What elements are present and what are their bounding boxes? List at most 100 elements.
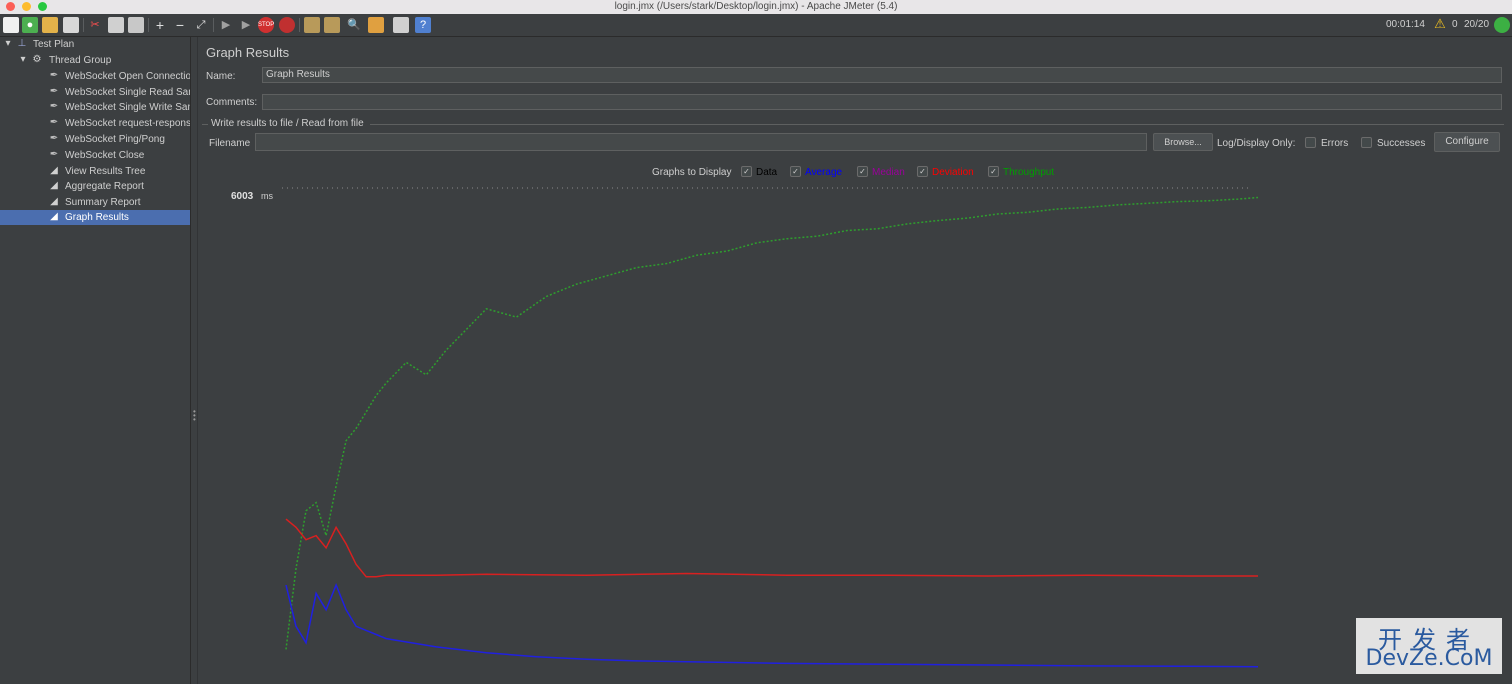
tree-item-thread-group[interactable]: ▾ ⚙ Thread Group bbox=[0, 53, 190, 68]
test-plan-tree: ▾ ⊥ Test Plan ▾ ⚙ Thread Group ✒ WebSock… bbox=[0, 37, 191, 684]
panel-title: Graph Results bbox=[206, 45, 290, 60]
new-icon[interactable] bbox=[3, 17, 19, 33]
deviation-legend-label: Deviation bbox=[932, 167, 974, 178]
tree-item-websocket-ping-pong[interactable]: ✒ WebSocket Ping/Pong bbox=[0, 132, 190, 147]
data-legend-label: Data bbox=[756, 167, 778, 178]
warning-count: 0 bbox=[1452, 19, 1458, 30]
median-checkbox[interactable]: ✓ bbox=[857, 166, 868, 177]
toggle-icon[interactable]: ⤢ bbox=[193, 17, 209, 33]
errors-label: Errors bbox=[1321, 138, 1349, 149]
chart-icon: ◢ bbox=[50, 196, 58, 207]
chart-icon: ◢ bbox=[50, 165, 58, 176]
window-title: login.jmx (/Users/stark/Desktop/login.jm… bbox=[614, 1, 898, 12]
toolbar-separator bbox=[213, 18, 214, 32]
tree-item-websocket-request-response[interactable]: ✒ WebSocket request-response Sampler bbox=[0, 116, 190, 131]
average-legend-label: Average bbox=[805, 167, 843, 178]
open-icon[interactable] bbox=[42, 17, 58, 33]
templates-icon[interactable]: ● bbox=[22, 17, 38, 33]
series-line-throughput bbox=[285, 196, 1259, 650]
start-no-pauses-icon[interactable]: ▶ bbox=[238, 17, 254, 33]
tree-item-label: Summary Report bbox=[65, 197, 141, 208]
stop-icon[interactable]: STOP bbox=[258, 17, 274, 33]
configure-button[interactable]: Configure bbox=[1434, 132, 1500, 152]
tree-item-test-plan[interactable]: ▾ ⊥ Test Plan bbox=[0, 37, 190, 52]
tree-item-label: Aggregate Report bbox=[65, 181, 144, 192]
copy-icon[interactable] bbox=[108, 17, 124, 33]
elapsed-time: 00:01:14 bbox=[1386, 19, 1425, 30]
tree-item-label: WebSocket request-response Sampler bbox=[65, 118, 190, 129]
tree-item-websocket-open-connection[interactable]: ✒ WebSocket Open Connection bbox=[0, 69, 190, 84]
clear-all-icon[interactable] bbox=[324, 17, 340, 33]
log-display-only-label: Log/Display Only: bbox=[1217, 138, 1296, 149]
clear-icon[interactable] bbox=[304, 17, 320, 33]
throughput-checkbox[interactable]: ✓ bbox=[988, 166, 999, 177]
close-window-button[interactable] bbox=[6, 2, 15, 11]
series-layer bbox=[285, 196, 1259, 668]
pipette-icon: ✒ bbox=[49, 70, 59, 81]
expand-icon[interactable]: + bbox=[152, 17, 168, 33]
browse-button[interactable]: Browse... bbox=[1153, 133, 1213, 151]
help-icon[interactable]: ? bbox=[415, 17, 431, 33]
toolbar-separator bbox=[299, 18, 300, 32]
expand-arrow-icon[interactable]: ▾ bbox=[17, 54, 29, 66]
splitter-grip-icon[interactable]: • • • bbox=[193, 408, 196, 424]
save-icon[interactable] bbox=[63, 17, 79, 33]
series-line-average bbox=[285, 582, 1259, 668]
tree-item-view-results-tree[interactable]: ◢ View Results Tree bbox=[0, 164, 190, 179]
tree-item-label: WebSocket Single Read Sampler bbox=[65, 87, 190, 98]
split-pane-divider[interactable] bbox=[191, 37, 198, 684]
y-unit-label: ms bbox=[261, 191, 273, 201]
tree-item-websocket-close[interactable]: ✒ WebSocket Close bbox=[0, 148, 190, 163]
minimize-window-button[interactable] bbox=[22, 2, 31, 11]
paste-icon[interactable] bbox=[128, 17, 144, 33]
tree-item-label: View Results Tree bbox=[65, 166, 146, 177]
tree-item-websocket-single-read[interactable]: ✒ WebSocket Single Read Sampler bbox=[0, 85, 190, 100]
expand-arrow-icon[interactable]: ▾ bbox=[2, 38, 14, 50]
search-icon[interactable]: 🔍 bbox=[346, 17, 362, 33]
tree-item-label: WebSocket Open Connection bbox=[65, 71, 190, 82]
reset-search-icon[interactable] bbox=[368, 17, 384, 33]
tree-item-label: Test Plan bbox=[33, 39, 75, 50]
window-title-bar: login.jmx (/Users/stark/Desktop/login.jm… bbox=[0, 0, 1512, 14]
tree-item-label: WebSocket Ping/Pong bbox=[65, 134, 165, 145]
toolbar-separator bbox=[148, 18, 149, 32]
tree-item-label: WebSocket Close bbox=[65, 150, 145, 161]
data-checkbox[interactable]: ✓ bbox=[741, 166, 752, 177]
comments-field[interactable] bbox=[262, 94, 1502, 110]
filename-label: Filename bbox=[209, 138, 251, 149]
deviation-checkbox[interactable]: ✓ bbox=[917, 166, 928, 177]
tree-item-aggregate-report[interactable]: ◢ Aggregate Report bbox=[0, 179, 190, 194]
errors-checkbox[interactable] bbox=[1305, 137, 1316, 148]
running-status-icon bbox=[1494, 17, 1510, 33]
tree-item-label: Graph Results bbox=[65, 212, 129, 223]
group-border bbox=[370, 124, 1504, 125]
tree-item-summary-report[interactable]: ◢ Summary Report bbox=[0, 195, 190, 210]
group-border bbox=[202, 124, 208, 125]
devze-watermark-logo: 开发者 DevZe.CoM bbox=[1356, 618, 1502, 674]
median-legend-label: Median bbox=[872, 167, 905, 178]
zoom-window-button[interactable] bbox=[38, 2, 47, 11]
main-toolbar: ● ✂ + − ⤢ ▶ ▶ STOP 🔍 ? 00:01:14 ⚠ 0 20/2… bbox=[0, 14, 1512, 37]
tree-item-label: Thread Group bbox=[49, 55, 112, 66]
comments-label: Comments: bbox=[206, 97, 258, 108]
tree-item-label: WebSocket Single Write Sampler bbox=[65, 102, 190, 113]
successes-label: Successes bbox=[1377, 138, 1426, 149]
tree-item-graph-results[interactable]: ◢ Graph Results bbox=[0, 210, 190, 225]
graph-results-panel: Graph Results Name: Comments: Write resu… bbox=[198, 37, 1512, 684]
cut-icon[interactable]: ✂ bbox=[87, 17, 103, 33]
function-helper-icon[interactable] bbox=[393, 17, 409, 33]
shutdown-icon[interactable] bbox=[279, 17, 295, 33]
y-max-label: 6003 bbox=[231, 191, 254, 202]
tree-item-websocket-single-write[interactable]: ✒ WebSocket Single Write Sampler bbox=[0, 100, 190, 115]
chart-icon: ◢ bbox=[50, 211, 58, 222]
collapse-icon[interactable]: − bbox=[172, 17, 188, 33]
average-checkbox[interactable]: ✓ bbox=[790, 166, 801, 177]
filename-field[interactable] bbox=[255, 133, 1147, 151]
watermark-brand-text: DevZe.CoM bbox=[1365, 646, 1493, 671]
name-field[interactable] bbox=[262, 67, 1502, 83]
warning-icon[interactable]: ⚠ bbox=[1432, 16, 1448, 32]
series-line-deviation bbox=[285, 518, 1258, 578]
start-icon[interactable]: ▶ bbox=[218, 17, 234, 33]
file-group-title: Write results to file / Read from file bbox=[211, 118, 364, 129]
successes-checkbox[interactable] bbox=[1361, 137, 1372, 148]
